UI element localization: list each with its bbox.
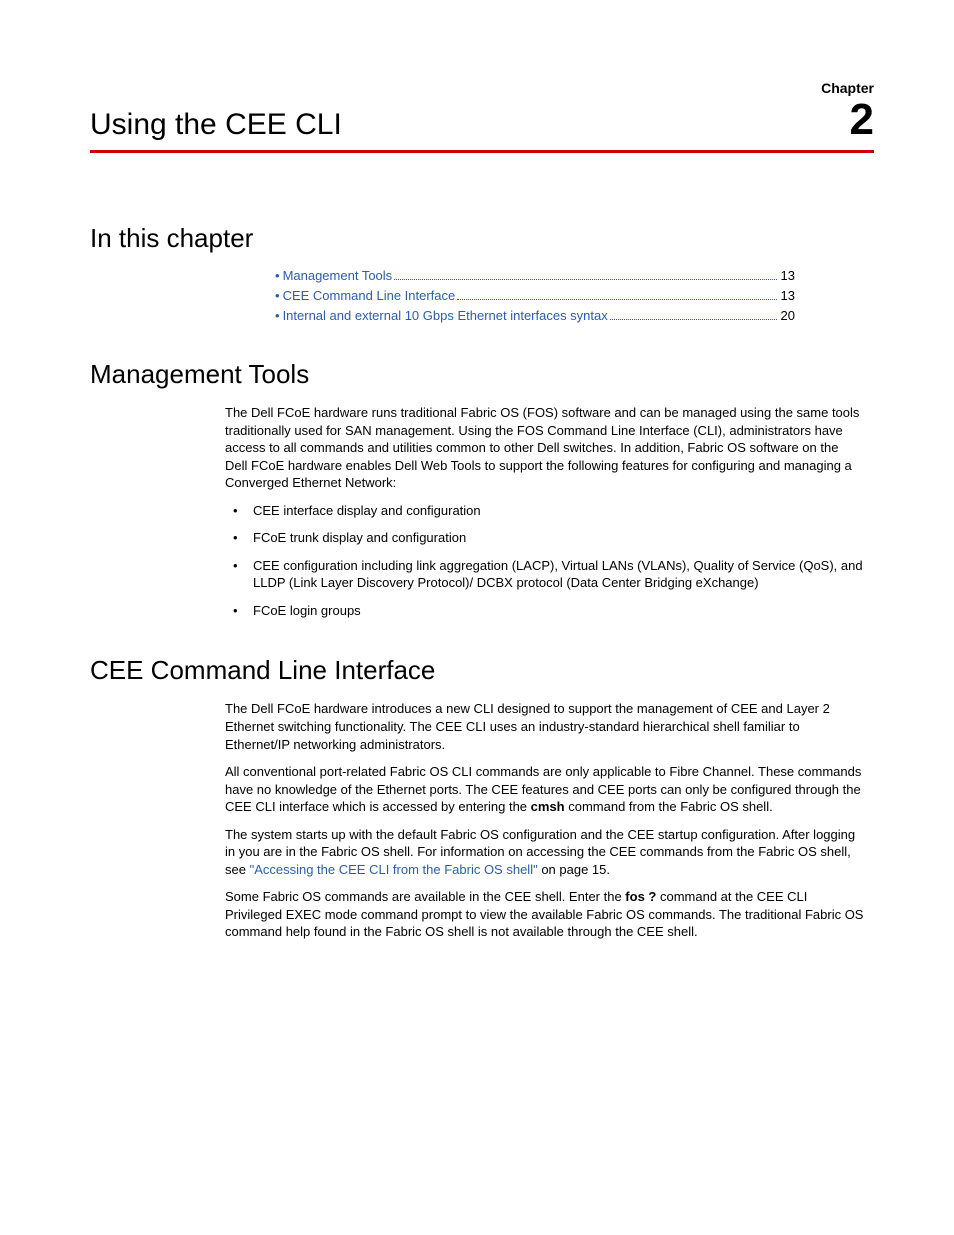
toc-page: 13 — [781, 288, 795, 303]
heading-management-tools: Management Tools — [90, 359, 874, 390]
chapter-header: Using the CEE CLI 2 — [90, 98, 874, 153]
toc-page: 20 — [781, 308, 795, 323]
paragraph: The Dell FCoE hardware introduces a new … — [225, 700, 864, 753]
command-name: fos ? — [625, 889, 656, 904]
list-item: CEE interface display and configuration — [225, 502, 864, 520]
bullet-icon: • — [275, 268, 280, 283]
toc-leader — [394, 278, 776, 280]
list-item: FCoE login groups — [225, 602, 864, 620]
chapter-title: Using the CEE CLI — [90, 108, 342, 142]
text-run: on page 15. — [538, 862, 610, 877]
toc-entry: • Internal and external 10 Gbps Ethernet… — [275, 308, 795, 323]
paragraph: The system starts up with the default Fa… — [225, 826, 864, 879]
heading-cee-cli: CEE Command Line Interface — [90, 655, 874, 686]
management-tools-body: The Dell FCoE hardware runs traditional … — [225, 404, 864, 619]
list-item: CEE configuration including link aggrega… — [225, 557, 864, 592]
feature-list: CEE interface display and configuration … — [225, 502, 864, 620]
chapter-number: 2 — [850, 98, 874, 142]
toc-entry: • CEE Command Line Interface 13 — [275, 288, 795, 303]
toc-link-management-tools[interactable]: Management Tools — [283, 268, 393, 283]
toc-link-interfaces-syntax[interactable]: Internal and external 10 Gbps Ethernet i… — [283, 308, 608, 323]
heading-in-this-chapter: In this chapter — [90, 223, 874, 254]
chapter-label: Chapter — [90, 80, 874, 96]
text-run: command from the Fabric OS shell. — [565, 799, 773, 814]
toc-page: 13 — [781, 268, 795, 283]
text-run: Some Fabric OS commands are available in… — [225, 889, 625, 904]
table-of-contents: • Management Tools 13 • CEE Command Line… — [275, 268, 874, 323]
toc-leader — [610, 318, 777, 320]
bullet-icon: • — [275, 308, 280, 323]
toc-leader — [457, 298, 776, 300]
toc-link-cee-cli[interactable]: CEE Command Line Interface — [283, 288, 456, 303]
bullet-icon: • — [275, 288, 280, 303]
paragraph: Some Fabric OS commands are available in… — [225, 888, 864, 941]
paragraph: The Dell FCoE hardware runs traditional … — [225, 404, 864, 492]
list-item: FCoE trunk display and configuration — [225, 529, 864, 547]
toc-entry: • Management Tools 13 — [275, 268, 795, 283]
cross-reference-link[interactable]: "Accessing the CEE CLI from the Fabric O… — [250, 862, 538, 877]
paragraph: All conventional port-related Fabric OS … — [225, 763, 864, 816]
command-name: cmsh — [531, 799, 565, 814]
cee-cli-body: The Dell FCoE hardware introduces a new … — [225, 700, 864, 941]
